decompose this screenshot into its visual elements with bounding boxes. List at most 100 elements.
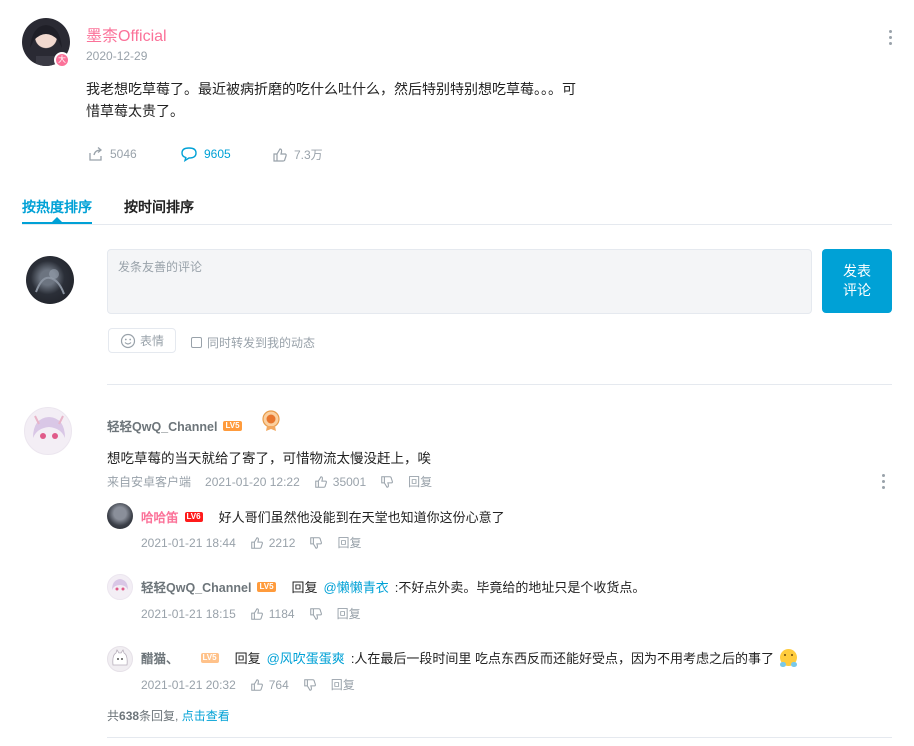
cat-avatar-icon: [112, 649, 128, 666]
like-count: 7.3万: [294, 148, 323, 162]
comment-time: 2021-01-20 12:22: [205, 474, 300, 489]
thumbs-up-icon: [273, 147, 287, 162]
share-button[interactable]: 5046: [88, 146, 137, 162]
thumbs-down-icon: [309, 607, 322, 620]
comment-more-icon[interactable]: [882, 474, 886, 489]
reply-time: 2021-01-21 20:32: [141, 677, 236, 692]
thumbs-down-icon: [381, 475, 394, 488]
medal-icon: [262, 410, 280, 432]
comment-bottom-divider: [107, 737, 892, 738]
repost-checkbox[interactable]: 同时转发到我的动态: [191, 334, 315, 351]
post-text: 我老想吃草莓了。最近被病折磨的吃什么吐什么，然后特别特别想吃草莓。。。可 惜草莓…: [86, 78, 576, 122]
author-name[interactable]: 墨柰Official: [86, 22, 167, 46]
reply-username[interactable]: 轻轻QwQ_Channel: [141, 577, 251, 596]
reply-prefix: 回复: [234, 651, 261, 666]
reply-text: :不好点外卖。毕竟给的地址只是个收货点。: [394, 580, 646, 595]
comment-dislike-button[interactable]: [380, 475, 394, 489]
reply-row: 哈哈笛 LV6 好人哥们虽然他没能到在天堂也知道你这份心意了: [141, 507, 505, 526]
more-replies-prefix: 共: [107, 709, 120, 723]
reply-prefix: 回复: [291, 580, 318, 595]
reply-avatar[interactable]: [107, 646, 133, 672]
reply-username[interactable]: 哈哈笛: [141, 507, 179, 526]
tab-hot[interactable]: 按热度排序: [22, 197, 92, 217]
thumbs-down-icon: [310, 536, 323, 549]
post-date: 2020-12-29: [86, 49, 148, 63]
comment-input[interactable]: 发条友善的评论: [107, 249, 812, 314]
emoji-label: 表情: [139, 334, 164, 348]
reply-dislike-button[interactable]: [309, 536, 323, 550]
smile-icon: [120, 333, 136, 348]
reply-time: 2021-01-21 18:15: [141, 606, 236, 621]
comment-user-row: 轻轻QwQ_Channel LV5: [107, 416, 242, 435]
emoji-button[interactable]: 表情: [108, 328, 176, 353]
comment-input-placeholder: 发条友善的评论: [118, 260, 203, 274]
comment-count: 9605: [204, 147, 231, 161]
thumbs-up-icon: [250, 607, 263, 620]
author-badge-icon: 大: [54, 52, 70, 68]
reply-username[interactable]: 醋猫、: [141, 648, 179, 667]
anime-avatar-icon: [112, 579, 128, 591]
comment-text: 想吃草莓的当天就给了寄了，可惜物流太慢没赶上，唉: [107, 451, 431, 466]
thumbs-up-icon: [314, 475, 327, 488]
comment-reply-button[interactable]: 回复: [408, 473, 432, 490]
thumbs-up-icon: [250, 678, 263, 691]
submit-label-line: 发表: [843, 263, 871, 279]
comment-icon: [181, 147, 197, 162]
comment-username[interactable]: 轻轻QwQ_Channel: [107, 416, 217, 435]
comment-avatar[interactable]: [24, 407, 72, 455]
reply-avatar[interactable]: [107, 503, 133, 529]
reply-meta: 2021-01-21 18:15 1184 回复: [141, 605, 361, 622]
submit-comment-button[interactable]: 发表 评论: [822, 249, 892, 313]
reply-text: 好人哥们虽然他没能到在天堂也知道你这份心意了: [218, 510, 505, 525]
post-more-icon[interactable]: [889, 30, 893, 45]
comment-button[interactable]: 9605: [180, 146, 231, 162]
level-badge: LV5: [200, 652, 219, 663]
like-button[interactable]: 7.3万: [272, 146, 323, 163]
tabs-divider: [22, 224, 892, 225]
checkbox-box[interactable]: [191, 337, 202, 348]
comment-meta: 来自安卓客户端 2021-01-20 12:22 35001 回复: [107, 473, 432, 490]
tab-time[interactable]: 按时间排序: [124, 197, 194, 217]
reply-reply-button[interactable]: 回复: [331, 676, 355, 693]
reply-like-button[interactable]: 1184: [250, 607, 295, 621]
share-count: 5046: [110, 147, 137, 161]
reply-like-button[interactable]: 764: [250, 678, 289, 692]
reply-mention-link[interactable]: @风吹蛋蛋爽: [267, 648, 345, 667]
post-text-line: 惜草莓太贵了。: [86, 103, 184, 119]
tab-active-caret: [52, 217, 62, 222]
reply-reply-button[interactable]: 回复: [337, 534, 361, 551]
anime-avatar-icon: [33, 415, 65, 439]
hugging-face-emoji-icon: [780, 649, 798, 667]
reply-meta: 2021-01-21 20:32 764 回复: [141, 676, 355, 693]
more-replies: 共638条回复, 点击查看: [107, 707, 230, 724]
more-replies-suffix: 条回复,: [139, 709, 179, 723]
reply-time: 2021-01-21 18:44: [141, 535, 236, 550]
thumbs-down-icon: [304, 678, 316, 691]
submit-label-line: 评论: [843, 282, 871, 298]
my-avatar-art-icon: [35, 269, 65, 295]
reply-avatar[interactable]: [107, 574, 133, 600]
comment-like-button[interactable]: 35001: [314, 475, 366, 489]
reply-dislike-button[interactable]: [303, 678, 317, 692]
comment-source: 来自安卓客户端: [107, 475, 192, 489]
comment-like-count: 35001: [332, 474, 367, 489]
reply-dislike-button[interactable]: [309, 607, 323, 621]
reply-like-count: 2212: [268, 535, 296, 550]
thumbs-up-icon: [250, 536, 263, 549]
view-more-replies-link[interactable]: 点击查看: [182, 709, 230, 723]
post-text-line: 我老想吃草莓了。最近被病折磨的吃什么吐什么，然后特别特别想吃草莓。。。可: [86, 81, 576, 97]
repost-label: 同时转发到我的动态: [207, 336, 316, 350]
reply-text: :人在最后一段时间里 吃点东西反而还能好受点，因为不用考虑之后的事了: [350, 651, 775, 666]
reply-mention-link[interactable]: @懒懒青衣: [324, 577, 389, 596]
reply-row: 醋猫、 LV5 回复 @风吹蛋蛋爽 :人在最后一段时间里 吃点东西反而还能好受点…: [141, 648, 798, 667]
composer-divider: [107, 384, 892, 385]
level-badge: LV5: [223, 420, 242, 431]
more-replies-count: 638: [119, 709, 140, 723]
level-badge: LV6: [184, 511, 203, 522]
share-icon: [89, 147, 103, 161]
reply-like-count: 1184: [268, 606, 295, 621]
reply-like-count: 764: [268, 677, 289, 692]
reply-reply-button[interactable]: 回复: [337, 605, 361, 622]
reply-like-button[interactable]: 2212: [250, 535, 296, 550]
my-avatar: [26, 256, 74, 304]
